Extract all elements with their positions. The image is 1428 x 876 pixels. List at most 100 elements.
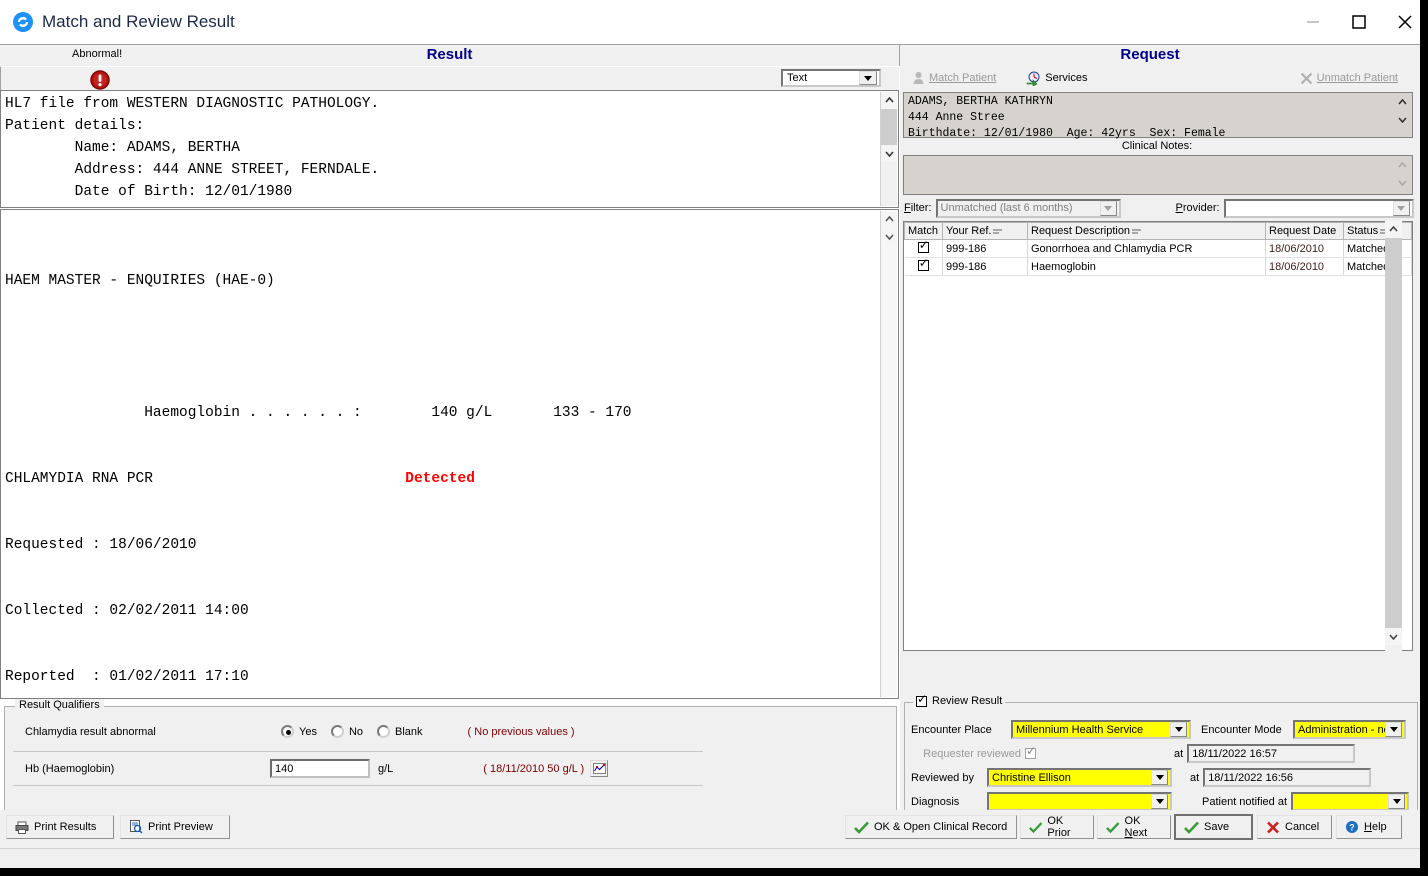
- scroll-up-icon[interactable]: [1394, 157, 1411, 174]
- result-body-line-5: Collected : 02/02/2011 14:00: [5, 603, 249, 619]
- hb-value-input[interactable]: [270, 759, 370, 778]
- save-button[interactable]: Save: [1174, 814, 1253, 840]
- chevron-down-icon[interactable]: [1151, 794, 1168, 809]
- clinical-notes-scrollbar[interactable]: [1394, 157, 1411, 193]
- minimize-button[interactable]: [1290, 0, 1336, 44]
- column-match[interactable]: Match: [904, 222, 943, 240]
- scroll-down-icon[interactable]: [1385, 628, 1402, 645]
- line-chart-icon[interactable]: [590, 760, 609, 777]
- chevron-down-icon[interactable]: [1099, 200, 1117, 216]
- chevron-down-icon[interactable]: [1385, 722, 1402, 737]
- column-request-description[interactable]: Request Description: [1027, 222, 1266, 240]
- ok-next-button[interactable]: OK Next: [1097, 815, 1171, 839]
- scroll-up-icon[interactable]: [1394, 94, 1411, 111]
- requester-reviewed-at-label: at: [1174, 747, 1184, 760]
- unmatch-patient-label: Unmatch Patient: [1316, 72, 1398, 84]
- print-results-button[interactable]: Print Results: [6, 815, 114, 839]
- help-button[interactable]: ? Help: [1336, 815, 1402, 839]
- row-match-checkbox-cell[interactable]: [904, 239, 943, 258]
- qualifier-row-hb: Hb (Haemoglobin) g/L ( 18/11/2010 50 g/L…: [5, 759, 898, 778]
- request-title: Request: [1120, 46, 1180, 63]
- request-toolbar: Match Patient Services Unmatch Patient: [900, 66, 1420, 90]
- result-pane: Text HL7 file from WESTERN DIAGNOSTIC PA…: [0, 66, 900, 871]
- patient-details-box: ADAMS, BERTHA KATHRYN 444 Anne Stree Bir…: [903, 92, 1413, 140]
- filter-select[interactable]: Unmatched (last 6 months): [935, 198, 1121, 218]
- row-description: Gonorrhoea and Chlamydia PCR: [1027, 239, 1266, 258]
- patient-scrollbar[interactable]: [1394, 94, 1411, 136]
- scroll-up-icon[interactable]: [881, 211, 897, 228]
- patient-notified-label: Patient notified at: [1202, 795, 1288, 808]
- column-your-ref[interactable]: Your Ref.: [942, 222, 1028, 240]
- hb-previous-values: ( 18/11/2010 50 g/L ): [483, 762, 585, 775]
- radio-blank[interactable]: Blank: [377, 725, 423, 738]
- services-button[interactable]: Services: [1020, 71, 1093, 86]
- clinical-notes-box[interactable]: [903, 155, 1413, 195]
- request-table-scrollbar[interactable]: [1385, 221, 1402, 651]
- hb-qualifier-label: Hb (Haemoglobin): [25, 762, 115, 775]
- requester-reviewed-checkbox[interactable]: [1025, 745, 1036, 759]
- diagnosis-row: Diagnosis Patient notified at: [911, 792, 1410, 811]
- chevron-down-icon[interactable]: [1151, 770, 1168, 785]
- ok-prior-label: OK Prior: [1047, 815, 1071, 839]
- printer-icon: [15, 821, 29, 834]
- scroll-down-icon[interactable]: [881, 228, 897, 245]
- maximize-button[interactable]: [1336, 0, 1382, 44]
- result-body-textbox[interactable]: HAEM MASTER - ENQUIRIES (HAE-0) Haemoglo…: [0, 209, 899, 699]
- scroll-up-icon[interactable]: [881, 92, 897, 109]
- table-row[interactable]: 999-186 Haemoglobin 18/06/2010 Matched: [904, 257, 1412, 276]
- scroll-up-icon[interactable]: [1385, 221, 1402, 238]
- request-table[interactable]: Match Your Ref. Request Description Requ…: [903, 221, 1413, 651]
- print-preview-button[interactable]: Print Preview: [120, 815, 230, 839]
- review-result-checkbox[interactable]: [916, 693, 927, 707]
- scroll-thumb[interactable]: [1385, 238, 1402, 628]
- radio-no-dot[interactable]: [330, 725, 344, 738]
- help-label: Help: [1364, 821, 1387, 833]
- result-qualifiers-legend: Result Qualifiers: [15, 699, 104, 711]
- radio-blank-dot[interactable]: [377, 725, 391, 738]
- x-icon: [1267, 821, 1279, 833]
- radio-yes-dot[interactable]: [281, 725, 294, 738]
- row-match-checkbox-cell[interactable]: [904, 257, 943, 276]
- radio-no[interactable]: No: [330, 725, 363, 738]
- scroll-down-icon[interactable]: [881, 145, 897, 162]
- match-checkbox[interactable]: [917, 257, 929, 271]
- patient-notified-select[interactable]: [1291, 792, 1410, 811]
- radio-yes[interactable]: Yes: [281, 725, 317, 738]
- chevron-down-icon[interactable]: [1392, 200, 1410, 216]
- radio-blank-label: Blank: [395, 725, 423, 738]
- reviewed-by-select[interactable]: Christine Ellison: [987, 768, 1172, 787]
- result-body-scrollbar[interactable]: [880, 211, 897, 697]
- ok-prior-button[interactable]: OK Prior: [1020, 815, 1094, 839]
- provider-select[interactable]: [1223, 198, 1414, 218]
- result-format-select[interactable]: Text: [781, 69, 881, 87]
- result-header-text: HL7 file from WESTERN DIAGNOSTIC PATHOLO…: [5, 96, 380, 200]
- status-bar: [0, 848, 1428, 866]
- encounter-mode-select[interactable]: Administration - no client conta: [1293, 720, 1406, 739]
- services-label: Services: [1045, 72, 1088, 84]
- footer-bar: Print Results Print Preview OK & Open Cl…: [0, 810, 1428, 868]
- column-request-date[interactable]: Request Date: [1265, 222, 1344, 240]
- result-header-textbox[interactable]: HL7 file from WESTERN DIAGNOSTIC PATHOLO…: [0, 90, 899, 208]
- print-preview-label: Print Preview: [148, 821, 213, 833]
- chlamydia-previous-values: ( No previous values ): [467, 725, 575, 738]
- result-header-scrollbar[interactable]: [880, 92, 897, 206]
- ok-open-clinical-record-button[interactable]: OK & Open Clinical Record: [845, 815, 1017, 839]
- table-row[interactable]: 999-186 Gonorrhoea and Chlamydia PCR 18/…: [904, 239, 1412, 258]
- reviewed-by-value: Christine Ellison: [989, 771, 1151, 784]
- reviewed-by-row: Reviewed by Christine Ellison at 18/11/2…: [911, 768, 1372, 787]
- match-checkbox[interactable]: [917, 239, 929, 253]
- chevron-down-icon[interactable]: [1388, 794, 1406, 809]
- request-table-body: 999-186 Gonorrhoea and Chlamydia PCR 18/…: [904, 239, 1412, 276]
- row-description: Haemoglobin: [1027, 257, 1266, 276]
- chevron-down-icon[interactable]: [1170, 722, 1187, 737]
- scroll-down-icon[interactable]: [1394, 111, 1411, 128]
- unmatch-patient-button[interactable]: Unmatch Patient: [1294, 72, 1404, 85]
- services-icon: [1026, 71, 1040, 86]
- match-patient-button[interactable]: Match Patient: [906, 71, 1002, 85]
- scroll-down-icon[interactable]: [1394, 174, 1411, 191]
- diagnosis-select[interactable]: [987, 792, 1172, 811]
- cancel-button[interactable]: Cancel: [1257, 815, 1332, 839]
- encounter-place-select[interactable]: Millennium Health Service: [1011, 720, 1191, 739]
- scroll-thumb[interactable]: [881, 109, 897, 145]
- chevron-down-icon[interactable]: [859, 71, 877, 85]
